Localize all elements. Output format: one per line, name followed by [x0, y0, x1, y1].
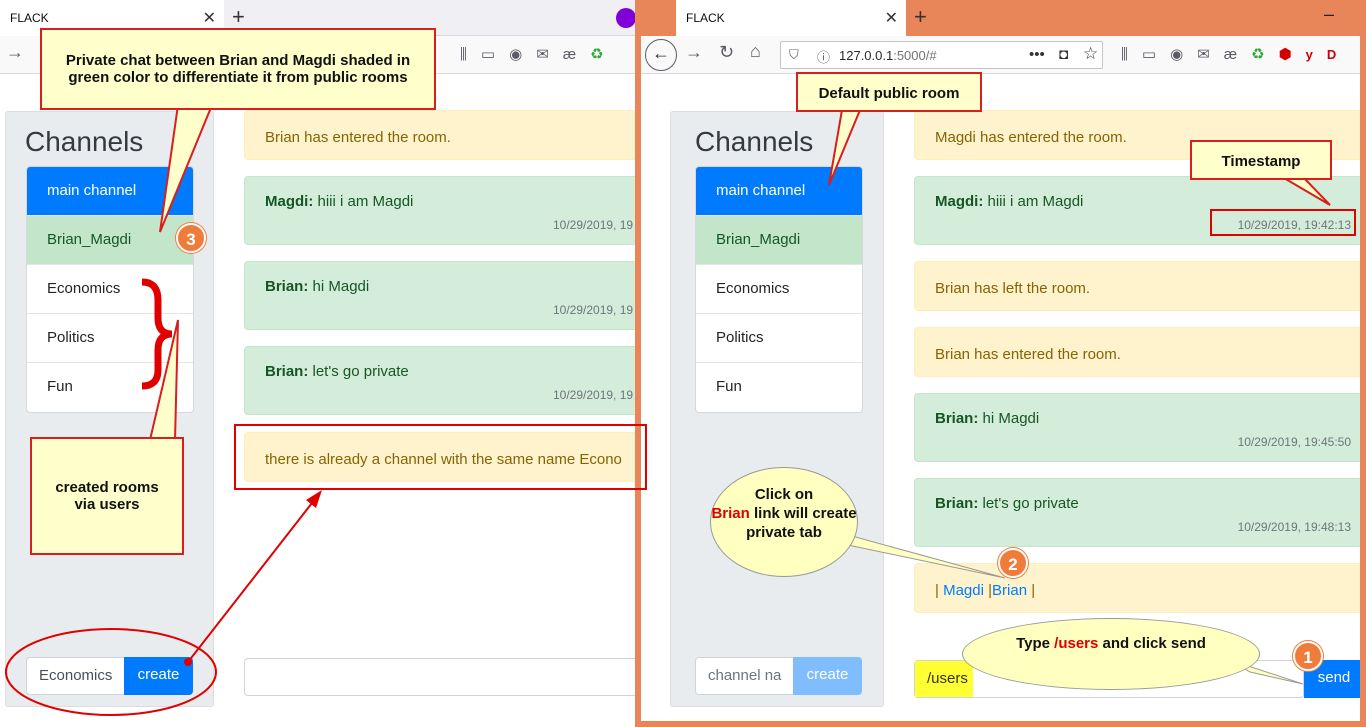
error-highlight-box: [234, 424, 647, 490]
timestamp-highlight-box: [1210, 209, 1356, 236]
created-rooms-callout: created rooms via users: [30, 437, 184, 555]
callout-pointer: [1280, 177, 1331, 206]
bubble-tail: [829, 529, 1006, 579]
step-number-1: 1: [1293, 641, 1323, 671]
bubble-highlight: Brian: [711, 505, 750, 522]
annotation-arrow: [187, 502, 313, 663]
timestamp-callout: Timestamp: [1190, 140, 1332, 180]
bubble-text: and click send: [1102, 635, 1206, 652]
bubble-text: Type: [1016, 635, 1050, 652]
highlight-ellipse: [5, 628, 217, 716]
step-number-2: 2: [998, 548, 1028, 578]
private-chat-callout: Private chat between Brian and Magdi sha…: [40, 28, 436, 110]
callout-pointer: [159, 104, 214, 233]
click-brian-bubble: Click on Brian link will create private …: [710, 467, 858, 577]
arrow-head: [306, 490, 322, 508]
bubble-text: Click on: [754, 486, 814, 503]
type-users-bubble: Type /users and click send: [962, 618, 1260, 690]
default-room-callout: Default public room: [796, 72, 982, 112]
bubble-highlight: /users: [1054, 635, 1099, 652]
callout-pointer: [828, 109, 862, 186]
step-number-3: 3: [176, 223, 206, 253]
arrow-dot: [184, 658, 192, 666]
bubble-text: link will create private tab: [746, 505, 857, 541]
